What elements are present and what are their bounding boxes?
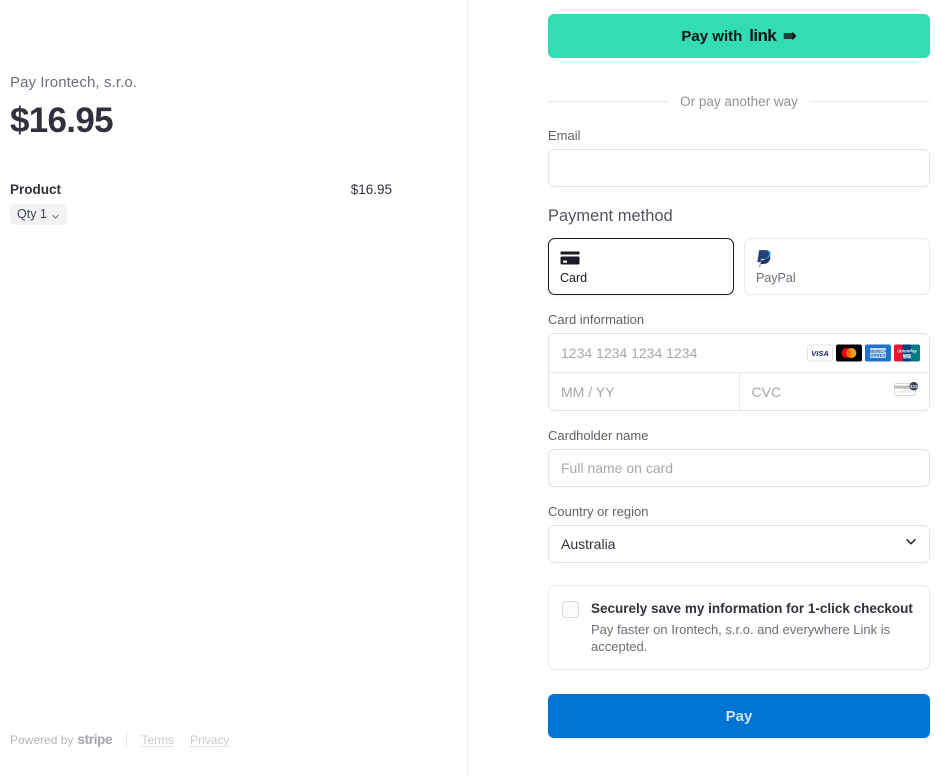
visa-icon: VISA — [807, 344, 833, 362]
card-information-group: Card information VISA — [548, 311, 930, 411]
save-info-subtitle: Pay faster on Irontech, s.r.o. and every… — [591, 622, 891, 654]
save-info-box[interactable]: Securely save my information for 1-click… — [548, 585, 930, 670]
line-items-list: Product Qty 1 $16.95 — [10, 181, 392, 225]
order-summary: Pay Irontech, s.r.o. $16.95 Product Qty … — [0, 0, 467, 225]
merchant-pay-line: Pay Irontech, s.r.o. — [10, 74, 138, 91]
link-logo-wordmark: link — [749, 26, 777, 45]
payment-method-tabs: Card PayPal — [548, 238, 930, 295]
order-total-amount: $16.95 — [10, 101, 114, 140]
paypal-icon — [756, 248, 918, 268]
payment-method-tab-card-label: Card — [560, 271, 588, 285]
payment-method-tab-card[interactable]: Card — [548, 238, 734, 295]
svg-text:123: 123 — [910, 384, 918, 389]
accepted-card-brands: VISA AMERICAN EXPRESS UnionPay 银联 — [807, 344, 920, 362]
stripe-logo-wordmark: stripe — [77, 732, 113, 747]
line-item-price: $16.95 — [350, 182, 392, 197]
quantity-label: Qty 1 — [17, 207, 47, 221]
payment-method-tab-paypal[interactable]: PayPal — [744, 238, 930, 295]
line-item: Product Qty 1 $16.95 — [10, 181, 392, 225]
email-input[interactable] — [548, 149, 930, 187]
svg-text:EXPRESS: EXPRESS — [868, 353, 889, 358]
card-information-label: Card information — [548, 312, 645, 327]
svg-text:VISA: VISA — [811, 349, 829, 358]
email-group: Email — [548, 127, 930, 187]
payment-form: Pay with link ⇛ Or pay another way Email… — [548, 0, 930, 738]
footer-divider — [126, 732, 128, 747]
payment-form-panel: Pay with link ⇛ Or pay another way Email… — [468, 0, 946, 776]
card-expiry-cell — [549, 373, 739, 410]
cvc-card-back-icon: 123 — [894, 381, 920, 403]
email-label: Email — [548, 128, 581, 143]
divider-rule-right — [809, 101, 930, 102]
privacy-link[interactable]: Privacy — [190, 733, 229, 747]
footer: Powered by stripe Terms Privacy — [10, 732, 229, 747]
save-info-title: Securely save my information for 1-click… — [591, 601, 913, 616]
card-number-row: VISA — [549, 334, 929, 372]
divider-rule-left — [548, 101, 669, 102]
cardholder-name-input[interactable] — [548, 449, 930, 487]
amex-icon: AMERICAN EXPRESS — [865, 344, 891, 362]
payment-method-group: Payment method Card PayPal — [548, 205, 930, 295]
alternate-payment-divider: Or pay another way — [548, 94, 930, 109]
chevron-down-icon — [51, 209, 60, 218]
footer-links: Terms Privacy — [141, 733, 229, 747]
credit-card-icon — [560, 248, 722, 268]
country-select[interactable] — [548, 525, 930, 563]
divider-label: Or pay another way — [680, 94, 798, 109]
card-expiry-cvc-row: 123 — [549, 372, 929, 410]
cardholder-name-group: Cardholder name — [548, 427, 930, 487]
card-expiry-input[interactable] — [549, 373, 739, 410]
payment-method-title: Payment method — [548, 207, 673, 225]
pay-button[interactable]: Pay — [548, 694, 930, 738]
unionpay-icon: UnionPay 银联 — [894, 344, 920, 362]
card-cvc-cell: 123 — [738, 373, 929, 410]
country-select-wrapper — [548, 525, 930, 563]
powered-by-label: Powered by — [10, 733, 74, 747]
card-number-cell: VISA — [549, 334, 929, 372]
country-group: Country or region — [548, 503, 930, 563]
card-fields-group: VISA — [548, 333, 930, 411]
checkout-page: Pay Irontech, s.r.o. $16.95 Product Qty … — [0, 0, 946, 776]
country-label: Country or region — [548, 504, 649, 519]
pay-with-link-button[interactable]: Pay with link ⇛ — [548, 14, 930, 58]
terms-link[interactable]: Terms — [141, 733, 174, 747]
payment-method-tab-paypal-label: PayPal — [756, 271, 796, 285]
svg-text:银联: 银联 — [903, 353, 912, 360]
cardholder-name-label: Cardholder name — [548, 428, 649, 443]
order-summary-panel: Pay Irontech, s.r.o. $16.95 Product Qty … — [0, 0, 468, 776]
save-info-text: Securely save my information for 1-click… — [591, 600, 913, 655]
mastercard-icon — [836, 344, 862, 362]
arrow-right-icon: ⇛ — [783, 28, 797, 45]
save-info-checkbox[interactable] — [562, 601, 579, 618]
quantity-selector[interactable]: Qty 1 — [10, 204, 67, 225]
line-item-name: Product — [10, 182, 62, 197]
powered-by-stripe[interactable]: Powered by stripe — [10, 732, 113, 747]
pay-with-link-prefix: Pay with — [681, 27, 743, 45]
